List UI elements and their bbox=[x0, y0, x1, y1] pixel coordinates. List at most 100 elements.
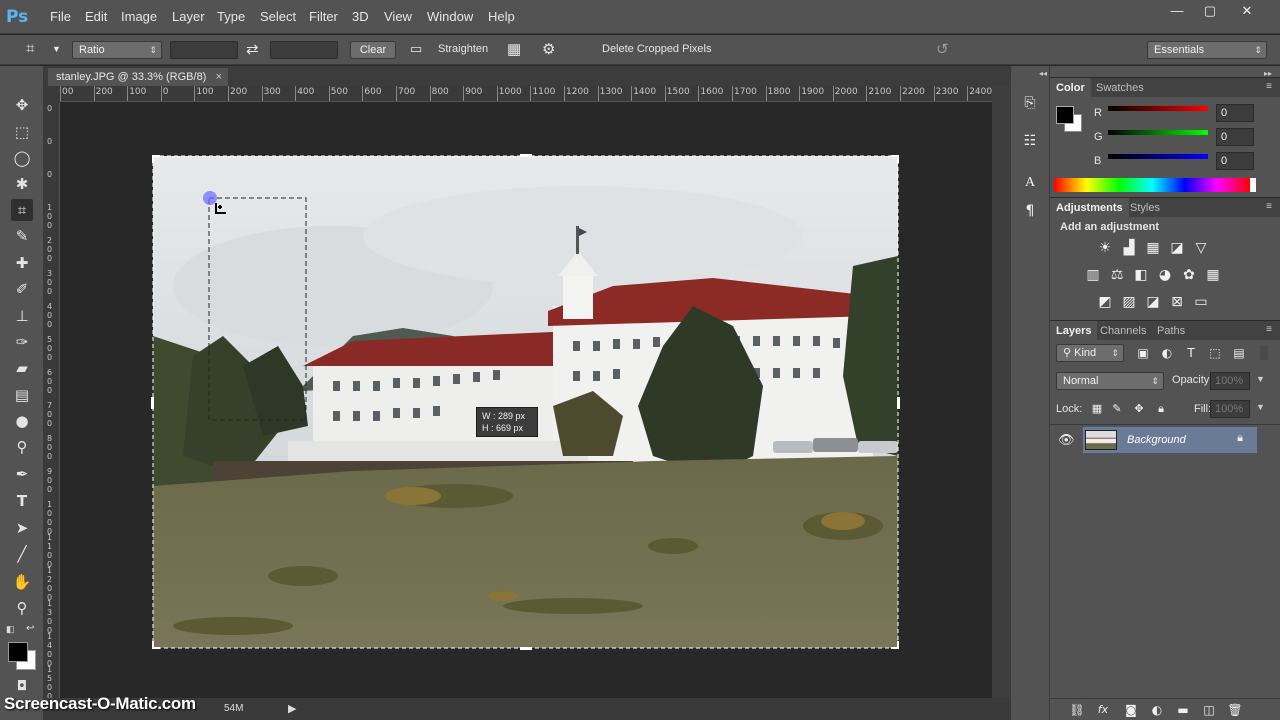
gradient-map-icon[interactable]: ▭ bbox=[1192, 293, 1210, 311]
eraser-tool-icon[interactable]: ▰ bbox=[11, 357, 33, 379]
posterize-icon[interactable]: ▨ bbox=[1120, 293, 1138, 311]
panel-menu-icon[interactable]: ≡ bbox=[1266, 324, 1272, 335]
swap-icon[interactable]: ⇄ bbox=[246, 40, 259, 58]
lock-icon[interactable]: 🔒︎ bbox=[1237, 432, 1243, 445]
maximize-button[interactable]: ▢ bbox=[1193, 2, 1227, 20]
collapse-icon[interactable]: ◂◂ bbox=[1039, 69, 1047, 78]
green-slider[interactable] bbox=[1108, 130, 1208, 135]
blur-tool-icon[interactable]: ● bbox=[11, 410, 33, 432]
black-white-icon[interactable]: ◧ bbox=[1132, 266, 1150, 284]
tab-channels[interactable]: Channels bbox=[1094, 321, 1152, 341]
menu-image[interactable]: Image bbox=[121, 9, 157, 24]
color-spectrum-bar[interactable] bbox=[1054, 178, 1250, 192]
panel-menu-icon[interactable]: ≡ bbox=[1266, 81, 1272, 92]
channel-mixer-icon[interactable]: ✿ bbox=[1180, 266, 1198, 284]
filter-adjustment-icon[interactable]: ◐ bbox=[1158, 344, 1176, 362]
filter-type-icon[interactable]: T bbox=[1182, 344, 1200, 362]
ratio-select[interactable]: Ratio ⇕ bbox=[72, 41, 162, 59]
path-selection-tool-icon[interactable]: ➤ bbox=[11, 517, 33, 539]
menu-type[interactable]: Type bbox=[217, 9, 245, 24]
clear-button[interactable]: Clear bbox=[350, 41, 396, 59]
healing-brush-tool-icon[interactable]: ✚ bbox=[11, 252, 33, 274]
color-balance-icon[interactable]: ⚖ bbox=[1108, 266, 1126, 284]
filter-pixel-icon[interactable]: ▣ bbox=[1134, 344, 1152, 362]
zoom-tool-icon[interactable]: ⚲ bbox=[11, 597, 33, 619]
filter-toggle[interactable] bbox=[1260, 346, 1268, 360]
close-tab-icon[interactable]: × bbox=[216, 68, 222, 86]
vibrance-icon[interactable]: ▽ bbox=[1192, 239, 1210, 257]
color-foreground-swatch[interactable] bbox=[1056, 106, 1074, 124]
hand-tool-icon[interactable]: ✋ bbox=[11, 571, 33, 593]
link-layers-icon[interactable]: ⛓ bbox=[1068, 701, 1086, 719]
brush-tool-icon[interactable]: ✐ bbox=[11, 278, 33, 300]
close-window-button[interactable]: ✕ bbox=[1230, 2, 1264, 20]
eyedropper-tool-icon[interactable]: ✎ bbox=[11, 225, 33, 247]
layer-filter-select[interactable]: ⚲ Kind ⇕ bbox=[1056, 344, 1124, 362]
blend-mode-select[interactable]: Normal ⇕ bbox=[1056, 372, 1164, 390]
curves-icon[interactable]: ▦ bbox=[1144, 239, 1162, 257]
pen-tool-icon[interactable]: ✒ bbox=[11, 463, 33, 485]
menu-window[interactable]: Window bbox=[427, 9, 473, 24]
menu-help[interactable]: Help bbox=[488, 9, 515, 24]
add-mask-icon[interactable]: ◙ bbox=[1122, 701, 1140, 719]
swap-colors-icon[interactable]: ↩ bbox=[26, 623, 34, 634]
menu-edit[interactable]: Edit bbox=[85, 9, 107, 24]
actions-panel-icon[interactable]: ☷ bbox=[1021, 132, 1039, 150]
filter-smart-object-icon[interactable]: ▤ bbox=[1230, 344, 1248, 362]
type-tool-icon[interactable]: T bbox=[11, 490, 33, 512]
dodge-tool-icon[interactable]: ⚲ bbox=[11, 436, 33, 458]
chevron-down-icon[interactable]: ▼ bbox=[52, 44, 61, 54]
lock-transparent-icon[interactable]: ▦ bbox=[1088, 400, 1106, 418]
photo-filter-icon[interactable]: ◕ bbox=[1156, 266, 1174, 284]
red-value[interactable]: 0 bbox=[1216, 104, 1254, 122]
tab-color[interactable]: Color bbox=[1050, 78, 1091, 98]
lock-pixels-icon[interactable]: ✎ bbox=[1108, 400, 1126, 418]
opacity-field[interactable]: 100% bbox=[1210, 372, 1250, 390]
green-value[interactable]: 0 bbox=[1216, 128, 1254, 146]
move-tool-icon[interactable]: ✥ bbox=[11, 94, 33, 116]
default-colors-icon[interactable]: ◧ bbox=[6, 624, 15, 635]
minimize-button[interactable]: — bbox=[1160, 2, 1194, 20]
threshold-icon[interactable]: ◪ bbox=[1144, 293, 1162, 311]
canvas-scrollbar[interactable] bbox=[992, 86, 1010, 698]
eye-icon[interactable]: 👁︎ bbox=[1058, 432, 1075, 448]
gear-icon[interactable]: ⚙ bbox=[542, 40, 555, 58]
panel-menu-icon[interactable]: ≡ bbox=[1266, 201, 1272, 212]
quick-selection-tool-icon[interactable]: ✱ bbox=[11, 173, 33, 195]
exposure-icon[interactable]: ◪ bbox=[1168, 239, 1186, 257]
red-slider[interactable] bbox=[1108, 106, 1208, 111]
new-group-icon[interactable]: ▬ bbox=[1174, 701, 1192, 719]
tab-paths[interactable]: Paths bbox=[1151, 321, 1191, 341]
tab-styles[interactable]: Styles bbox=[1124, 198, 1166, 218]
menu-filter[interactable]: Filter bbox=[309, 9, 338, 24]
menu-layer[interactable]: Layer bbox=[172, 9, 205, 24]
layer-row-background[interactable]: Background 🔒︎ bbox=[1082, 426, 1258, 454]
fill-field[interactable]: 100% bbox=[1210, 400, 1250, 418]
spectrum-white[interactable] bbox=[1250, 178, 1256, 192]
clone-stamp-tool-icon[interactable]: ⊥ bbox=[11, 305, 33, 327]
menu-select[interactable]: Select bbox=[260, 9, 296, 24]
straighten-label[interactable]: Straighten bbox=[438, 43, 488, 55]
menu-3d[interactable]: 3D bbox=[352, 9, 369, 24]
menu-file[interactable]: File bbox=[50, 9, 71, 24]
gradient-tool-icon[interactable]: ▤ bbox=[11, 384, 33, 406]
tab-swatches[interactable]: Swatches bbox=[1090, 78, 1150, 98]
lock-all-icon[interactable]: 🔒︎ bbox=[1152, 400, 1170, 418]
hue-saturation-icon[interactable]: ▥ bbox=[1084, 266, 1102, 284]
status-menu-arrow-icon[interactable]: ▶ bbox=[288, 702, 296, 715]
overlay-grid-icon[interactable]: ▦ bbox=[507, 40, 521, 58]
delete-cropped-label[interactable]: Delete Cropped Pixels bbox=[602, 43, 711, 55]
lasso-tool-icon[interactable]: ◯ bbox=[11, 147, 33, 169]
foreground-color-swatch[interactable] bbox=[8, 642, 28, 662]
history-panel-icon[interactable]: ⎘ bbox=[1021, 94, 1039, 112]
marquee-tool-icon[interactable]: ⬚ bbox=[11, 121, 33, 143]
crop-tool-preset-icon[interactable]: ⌗ bbox=[26, 40, 34, 57]
delete-layer-icon[interactable]: 🗑︎ bbox=[1226, 701, 1244, 719]
layer-name[interactable]: Background bbox=[1127, 434, 1186, 446]
crop-tool-icon[interactable]: ⌗ bbox=[11, 199, 33, 221]
workspace-select[interactable]: Essentials ⇕ bbox=[1147, 41, 1267, 59]
history-brush-tool-icon[interactable]: ✑ bbox=[11, 331, 33, 353]
straighten-icon[interactable]: ▭ bbox=[410, 41, 422, 57]
character-panel-icon[interactable]: A bbox=[1021, 174, 1039, 192]
new-layer-icon[interactable]: ◫ bbox=[1200, 701, 1218, 719]
